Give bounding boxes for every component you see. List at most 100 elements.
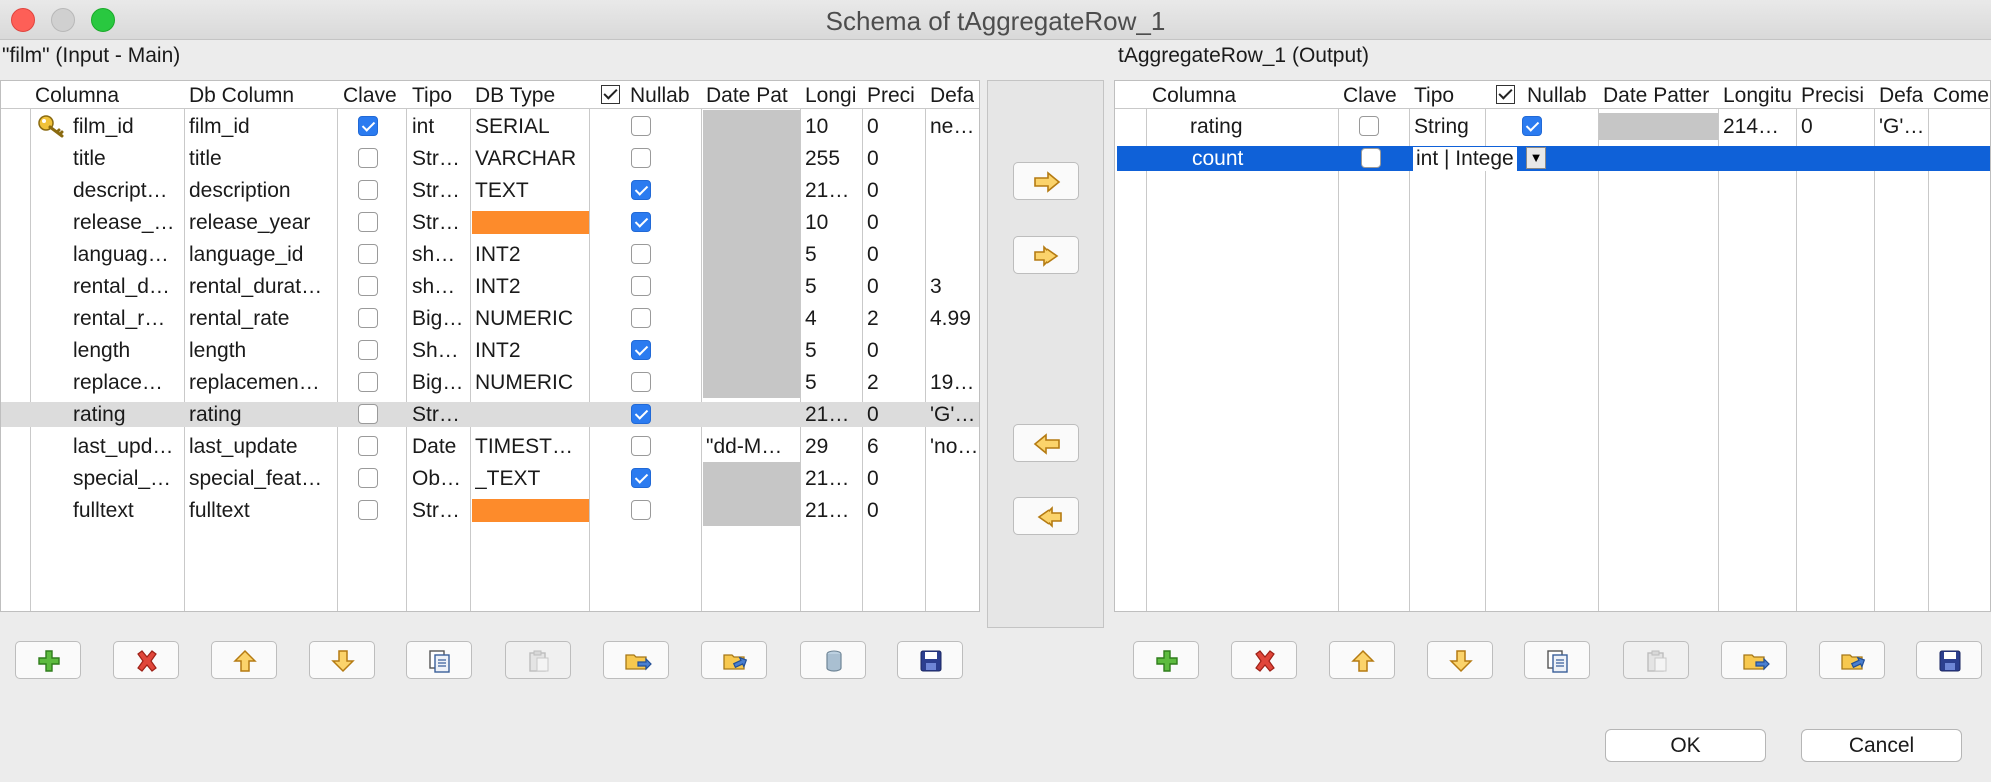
- db-column-cell[interactable]: rental_rate: [189, 307, 334, 331]
- column-name-cell[interactable]: count: [1192, 147, 1337, 171]
- db-type-cell[interactable]: _TEXT: [475, 467, 587, 491]
- length-cell[interactable]: 255: [805, 147, 860, 171]
- column-name-cell[interactable]: replace…: [73, 371, 181, 395]
- default-cell[interactable]: 3: [930, 275, 979, 299]
- column-header[interactable]: Nullab: [1527, 84, 1587, 108]
- column-header[interactable]: Columna: [1152, 84, 1236, 108]
- db-column-cell[interactable]: release_year: [189, 211, 334, 235]
- column-name-cell[interactable]: rating: [1190, 115, 1335, 139]
- table-row[interactable]: rating String 214… 0 'G'…: [1115, 113, 1990, 140]
- db-type-cell[interactable]: TEXT: [475, 179, 587, 203]
- import-button[interactable]: [603, 641, 669, 679]
- move-up-button[interactable]: [1329, 641, 1395, 679]
- nullable-checkbox[interactable]: [631, 340, 651, 360]
- date-pattern-cell[interactable]: "dd-M…: [706, 435, 798, 459]
- db-column-cell[interactable]: length: [189, 339, 334, 363]
- nullable-checkbox[interactable]: [631, 404, 651, 424]
- length-cell[interactable]: 21…: [805, 403, 860, 427]
- paste-button[interactable]: [505, 641, 571, 679]
- type-cell[interactable]: int: [412, 115, 468, 139]
- precision-cell[interactable]: 0: [867, 179, 923, 203]
- column-header[interactable]: Preci: [867, 84, 915, 108]
- db-type-warning-cell[interactable]: [472, 499, 589, 522]
- length-cell[interactable]: 21…: [805, 499, 860, 523]
- default-cell[interactable]: [930, 211, 979, 235]
- db-type-cell[interactable]: INT2: [475, 243, 587, 267]
- table-row[interactable]: rating rating Str… 21… 0 'G'…: [1, 402, 979, 427]
- column-header[interactable]: Date Patter: [1603, 84, 1709, 108]
- db-type-warning-cell[interactable]: [472, 211, 589, 234]
- save-button[interactable]: [1916, 641, 1982, 679]
- export-button[interactable]: [701, 641, 767, 679]
- copy-left-button[interactable]: [1013, 424, 1079, 462]
- db-type-cell[interactable]: [475, 403, 587, 427]
- type-cell[interactable]: sh…: [412, 275, 468, 299]
- db-column-cell[interactable]: rental_durat…: [189, 275, 334, 299]
- precision-cell[interactable]: 0: [867, 403, 923, 427]
- nullable-checkbox[interactable]: [631, 180, 651, 200]
- copy-button[interactable]: [1524, 641, 1590, 679]
- ok-button[interactable]: OK: [1605, 729, 1766, 762]
- length-cell[interactable]: 4: [805, 307, 860, 331]
- db-type-cell[interactable]: VARCHAR: [475, 147, 587, 171]
- precision-cell[interactable]: 0: [867, 243, 923, 267]
- key-checkbox[interactable]: [358, 212, 378, 232]
- delete-button[interactable]: [113, 641, 179, 679]
- nullable-checkbox[interactable]: [631, 308, 651, 328]
- input-schema-table[interactable]: Columna Db Column Clave Tipo DB Type Nullab Da…: [0, 80, 980, 612]
- key-checkbox[interactable]: [358, 372, 378, 392]
- column-name-cell[interactable]: title: [73, 147, 181, 171]
- db-column-cell[interactable]: film_id: [189, 115, 334, 139]
- save-button[interactable]: [897, 641, 963, 679]
- default-cell[interactable]: [930, 147, 979, 171]
- column-header[interactable]: Tipo: [1414, 84, 1454, 108]
- copy-button[interactable]: [406, 641, 472, 679]
- column-name-cell[interactable]: length: [73, 339, 181, 363]
- table-row[interactable]: replace… replacemen… Big… NUMERIC 5 2 19…: [1, 366, 979, 398]
- db-type-cell[interactable]: NUMERIC: [475, 307, 587, 331]
- length-cell[interactable]: 21…: [805, 179, 860, 203]
- table-row[interactable]: length length Sh… INT2 5 0: [1, 334, 979, 366]
- column-header[interactable]: Tipo: [412, 84, 452, 108]
- db-type-cell[interactable]: INT2: [475, 339, 587, 363]
- key-checkbox[interactable]: [358, 468, 378, 488]
- output-schema-table[interactable]: Columna Clave Tipo Nullab Date Patter Longitu…: [1114, 80, 1991, 612]
- nullable-checkbox[interactable]: [1522, 116, 1542, 136]
- default-cell[interactable]: 4.99: [930, 307, 979, 331]
- key-checkbox[interactable]: [358, 148, 378, 168]
- db-type-cell[interactable]: TIMEST…: [475, 435, 587, 459]
- db-column-cell[interactable]: language_id: [189, 243, 334, 267]
- type-cell[interactable]: Big…: [412, 371, 468, 395]
- length-cell[interactable]: 29: [805, 435, 860, 459]
- table-row[interactable]: fulltext fulltext Str… 21… 0: [1, 494, 979, 526]
- key-checkbox[interactable]: [358, 308, 378, 328]
- column-header[interactable]: DB Type: [475, 84, 555, 108]
- column-header[interactable]: Defa: [930, 84, 974, 108]
- table-row[interactable]: rental_d… rental_durat… sh… INT2 5 0 3: [1, 270, 979, 302]
- key-checkbox[interactable]: [358, 436, 378, 456]
- column-header[interactable]: Columna: [35, 84, 119, 108]
- type-cell[interactable]: sh…: [412, 243, 468, 267]
- column-header[interactable]: Longitu: [1723, 84, 1792, 108]
- length-cell[interactable]: 5: [805, 339, 860, 363]
- table-row[interactable]: rental_r… rental_rate Big… NUMERIC 4 2 4.99: [1, 302, 979, 334]
- add-button[interactable]: [15, 641, 81, 679]
- db-column-cell[interactable]: replacemen…: [189, 371, 334, 395]
- type-cell[interactable]: Ob…: [412, 467, 468, 491]
- precision-cell[interactable]: 6: [867, 435, 923, 459]
- length-cell[interactable]: 5: [805, 371, 860, 395]
- length-cell[interactable]: 5: [805, 275, 860, 299]
- copy-all-right-button[interactable]: [1013, 236, 1079, 274]
- type-cell[interactable]: Sh…: [412, 339, 468, 363]
- default-cell[interactable]: [930, 339, 979, 363]
- paste-button[interactable]: [1623, 641, 1689, 679]
- precision-cell[interactable]: 0: [867, 499, 923, 523]
- column-header[interactable]: Precisi: [1801, 84, 1864, 108]
- precision-cell[interactable]: 0: [867, 467, 923, 491]
- default-cell[interactable]: 'G'…: [930, 403, 979, 427]
- copy-all-left-button[interactable]: [1013, 497, 1079, 535]
- move-down-button[interactable]: [309, 641, 375, 679]
- precision-cell[interactable]: 0: [867, 275, 923, 299]
- move-down-button[interactable]: [1427, 641, 1493, 679]
- nullable-checkbox[interactable]: [631, 116, 651, 136]
